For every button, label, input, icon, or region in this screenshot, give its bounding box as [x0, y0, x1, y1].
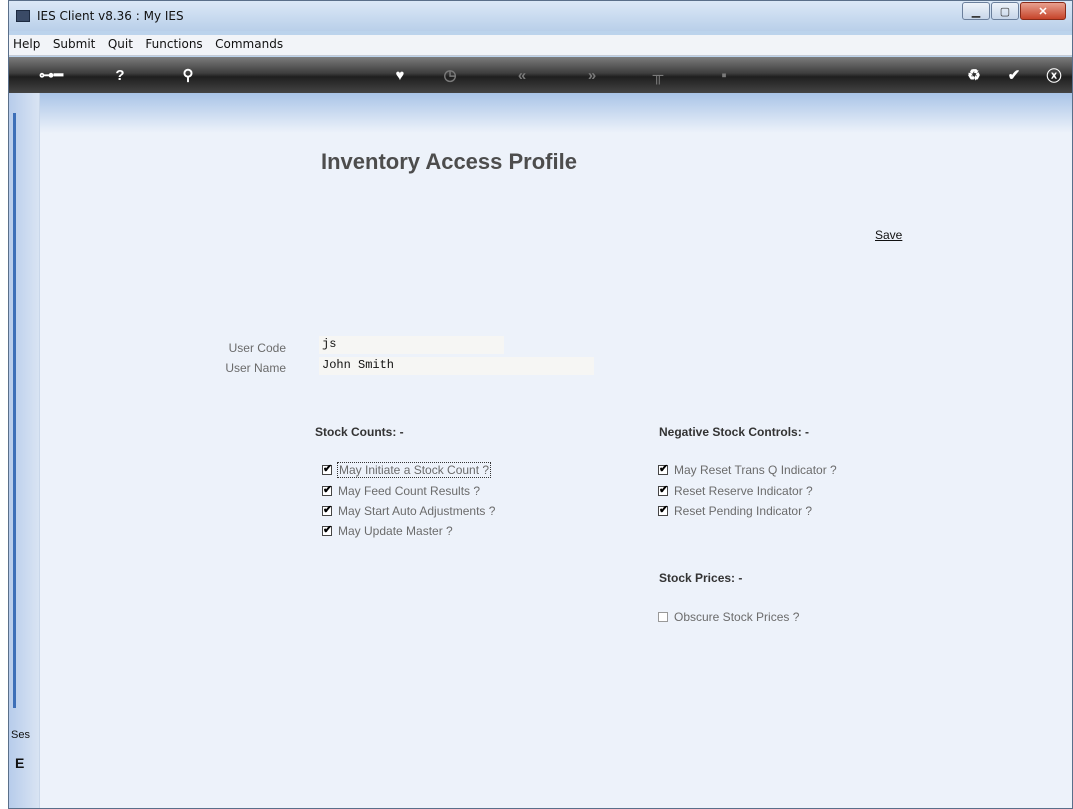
search-icon[interactable]: ⚲ — [173, 57, 203, 93]
checkbox-box[interactable] — [322, 523, 332, 536]
left-sidebar: Ses E — [9, 93, 40, 808]
content-header-gradient — [39, 93, 1072, 133]
session-icon[interactable]: E — [15, 755, 24, 771]
checkbox-box[interactable] — [322, 483, 332, 496]
window-icon[interactable]: ▪ — [709, 57, 739, 93]
sidebar-stripe — [13, 113, 16, 708]
window-title: IES Client v8.36 : My IES — [37, 9, 184, 23]
session-label: Ses — [11, 729, 30, 741]
checkbox-reset-pending[interactable]: Reset Pending Indicator ? — [658, 503, 813, 518]
checkbox-reset-reserve[interactable]: Reset Reserve Indicator ? — [658, 483, 813, 498]
checkbox-reset-trans-q[interactable]: May Reset Trans Q Indicator ? — [658, 462, 837, 477]
user-code-label: User Code — [228, 341, 286, 355]
checkbox-obscure-stock-prices[interactable]: Obscure Stock Prices ? — [658, 610, 799, 624]
checkbox-label: May Start Auto Adjustments ? — [338, 504, 496, 518]
checkbox-box[interactable] — [658, 462, 668, 475]
main-content: Ses E Inventory Access Profile Save User… — [9, 93, 1072, 808]
user-name-label: User Name — [225, 361, 286, 375]
checkbox-start-auto-adjustments[interactable]: May Start Auto Adjustments ? — [322, 503, 496, 518]
tree-icon[interactable]: ╥ — [643, 57, 673, 93]
key-icon[interactable]: ⊶━ — [31, 57, 71, 93]
menu-bar: Help Submit Quit Functions Commands — [9, 35, 1072, 56]
checkbox-label: May Update Master ? — [338, 524, 453, 538]
window-controls: ▁ ▢ ✕ — [961, 2, 1066, 20]
app-window: IES Client v8.36 : My IES ▁ ▢ ✕ Help Sub… — [8, 0, 1073, 809]
back-icon[interactable]: « — [507, 57, 537, 93]
menu-commands[interactable]: Commands — [211, 35, 287, 53]
checkbox-label: May Feed Count Results ? — [338, 484, 481, 498]
save-button[interactable]: Save — [875, 228, 902, 242]
forward-icon[interactable]: » — [577, 57, 607, 93]
menu-help[interactable]: Help — [9, 35, 44, 53]
favorite-icon[interactable]: ♥ — [385, 57, 415, 93]
title-bar: IES Client v8.36 : My IES ▁ ▢ ✕ — [9, 1, 1072, 31]
checkbox-box[interactable] — [658, 483, 668, 496]
checkbox-box[interactable] — [658, 612, 668, 622]
menu-functions[interactable]: Functions — [141, 35, 206, 53]
close-button[interactable]: ✕ — [1020, 2, 1066, 20]
checkbox-label: May Reset Trans Q Indicator ? — [674, 463, 837, 477]
app-icon — [16, 10, 30, 22]
minimize-button[interactable]: ▁ — [962, 2, 990, 20]
checkbox-label: Reset Pending Indicator ? — [674, 504, 813, 518]
negative-stock-heading: Negative Stock Controls: - — [659, 425, 810, 439]
checkbox-label: Reset Reserve Indicator ? — [674, 484, 813, 498]
recycle-icon[interactable]: ♻ — [959, 57, 989, 93]
checkbox-label: May Initiate a Stock Count ? — [336, 462, 492, 478]
maximize-button[interactable]: ▢ — [991, 2, 1019, 20]
checkbox-box[interactable] — [658, 503, 668, 516]
checkbox-update-master[interactable]: May Update Master ? — [322, 523, 453, 538]
menu-quit[interactable]: Quit — [104, 35, 137, 53]
user-name-field[interactable]: John Smith — [319, 357, 594, 375]
checkbox-box[interactable] — [322, 503, 332, 516]
confirm-icon[interactable]: ✔ — [999, 57, 1029, 93]
toolbar: ⊶━ ? ⚲ ♥ ◷ « » ╥ ▪ ♻ ✔ ⓧ — [9, 57, 1072, 93]
menu-submit[interactable]: Submit — [49, 35, 100, 53]
page-title: Inventory Access Profile — [321, 149, 577, 174]
checkbox-label: Obscure Stock Prices ? — [674, 610, 800, 624]
checkbox-box[interactable] — [322, 462, 332, 475]
stock-prices-heading: Stock Prices: - — [659, 571, 743, 585]
help-icon[interactable]: ? — [105, 57, 135, 93]
user-code-field[interactable]: js — [319, 336, 504, 354]
clock-icon[interactable]: ◷ — [435, 57, 465, 93]
cancel-icon[interactable]: ⓧ — [1039, 57, 1069, 93]
stock-counts-heading: Stock Counts: - — [315, 425, 404, 439]
checkbox-feed-count-results[interactable]: May Feed Count Results ? — [322, 483, 481, 498]
checkbox-initiate-stock-count[interactable]: May Initiate a Stock Count ? — [322, 462, 492, 478]
